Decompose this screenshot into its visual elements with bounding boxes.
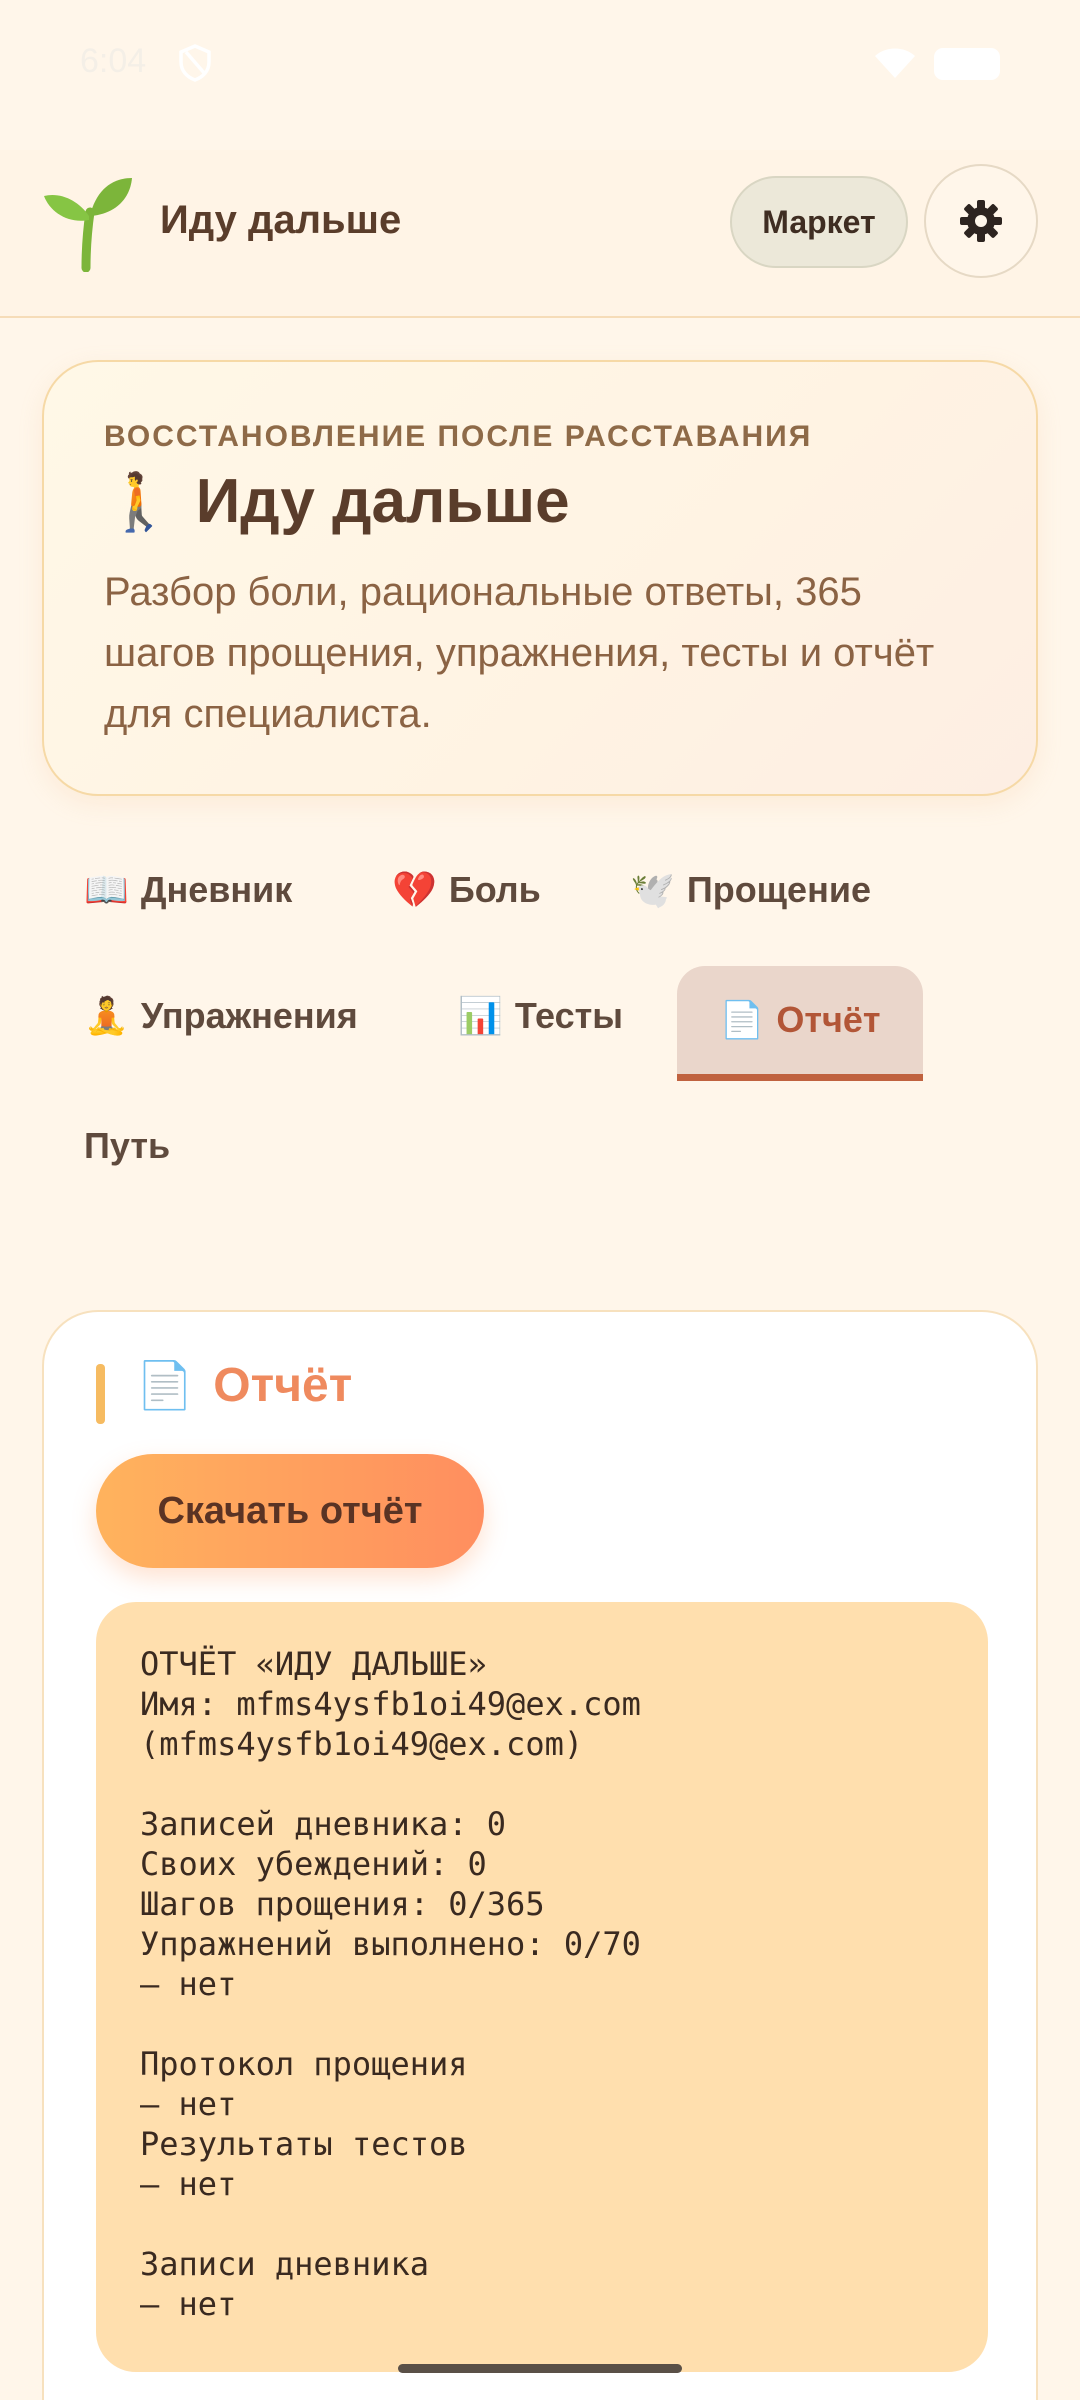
tab-label: Тесты xyxy=(514,995,623,1036)
tab-forgiveness[interactable]: 🕊️ Прощение xyxy=(630,840,871,940)
tab-exercises[interactable]: 🧘 Упражнения xyxy=(84,966,358,1066)
report-line: Упражнений выполнено: 0/70 xyxy=(140,1925,641,1963)
bar-chart-icon: 📊 xyxy=(458,995,503,1036)
market-button[interactable]: Маркет xyxy=(730,176,908,268)
broken-heart-icon: 💔 xyxy=(392,869,437,910)
section-accent-bar xyxy=(96,1364,105,1424)
hero-banner: ВОССТАНОВЛЕНИЕ ПОСЛЕ РАССТАВАНИЯ 🚶 Иду д… xyxy=(42,360,1038,796)
report-line: — нет xyxy=(140,2285,237,2323)
tab-label: Боль xyxy=(448,869,541,910)
tab-label: Путь xyxy=(84,1125,171,1166)
report-line: — нет xyxy=(140,2085,237,2123)
tab-label: Упражнения xyxy=(140,995,358,1036)
report-line xyxy=(140,1764,944,1804)
report-line: Результаты тестов xyxy=(140,2125,468,2163)
report-line: Протокол прощения xyxy=(140,2045,468,2083)
section-title: 📄 Отчёт xyxy=(136,1358,352,1413)
report-line: Имя: mfms4ysfb1oi49@ex.com xyxy=(140,1685,641,1723)
report-line xyxy=(140,2204,944,2244)
hero-title: 🚶 Иду дальше xyxy=(104,466,570,537)
seedling-icon xyxy=(44,178,132,272)
book-icon: 📖 xyxy=(84,869,129,910)
report-line: — нет xyxy=(140,2165,237,2203)
tab-tests[interactable]: 📊 Тесты xyxy=(458,966,623,1066)
report-line: ОТЧЁТ «ИДУ ДАЛЬШЕ» xyxy=(140,1645,487,1683)
report-line xyxy=(140,2004,944,2044)
report-line: Записи дневника xyxy=(140,2245,429,2283)
gear-icon xyxy=(960,200,1002,242)
tab-label: Отчёт xyxy=(776,999,881,1040)
app-title: Иду дальше xyxy=(160,198,402,242)
section-tabs: 📖 Дневник 💔 Боль 🕊️ Прощение 🧘 Упражнени… xyxy=(0,840,1080,1200)
dove-icon: 🕊️ xyxy=(630,869,675,910)
battery-icon xyxy=(934,48,1000,80)
status-time: 6:04 xyxy=(80,42,147,80)
section-title-text: Отчёт xyxy=(213,1359,353,1412)
tab-label: Дневник xyxy=(140,869,293,910)
download-report-button[interactable]: Скачать отчёт xyxy=(96,1454,484,1568)
report-line: Шагов прощения: 0/365 xyxy=(140,1885,545,1923)
walking-person-icon: 🚶 xyxy=(104,469,174,533)
tab-label: Прощение xyxy=(686,869,871,910)
document-icon: 📄 xyxy=(136,1359,194,1411)
tab-path[interactable]: Путь xyxy=(84,1096,170,1196)
report-line: — нет xyxy=(140,1965,237,2003)
hero-kicker: ВОССТАНОВЛЕНИЕ ПОСЛЕ РАССТАВАНИЯ xyxy=(104,420,813,453)
document-icon: 📄 xyxy=(719,999,765,1040)
tab-diary[interactable]: 📖 Дневник xyxy=(84,840,292,940)
report-card: 📄 Отчёт Скачать отчёт ОТЧЁТ «ИДУ ДАЛЬШЕ»… xyxy=(42,1310,1038,2400)
meditation-icon: 🧘 xyxy=(84,995,129,1036)
tab-report[interactable]: 📄 Отчёт xyxy=(677,966,923,1081)
hero-description: Разбор боли, рациональные ответы, 365 ша… xyxy=(104,570,935,736)
report-line: Своих убеждений: 0 xyxy=(140,1845,487,1883)
home-indicator xyxy=(398,2364,682,2373)
wifi-icon xyxy=(875,48,915,78)
hero-title-text: Иду дальше xyxy=(195,467,570,536)
vpn-shield-icon xyxy=(179,44,211,82)
report-line: (mfms4ysfb1oi49@ex.com) xyxy=(140,1725,584,1763)
tab-pain[interactable]: 💔 Боль xyxy=(392,840,541,940)
report-preview: ОТЧЁТ «ИДУ ДАЛЬШЕ» Имя: mfms4ysfb1oi49@ex… xyxy=(96,1602,988,2372)
app-bar: Иду дальше Маркет xyxy=(0,150,1080,318)
report-line: Записей дневника: 0 xyxy=(140,1805,507,1843)
settings-button[interactable] xyxy=(924,164,1038,278)
status-bar: 6:04 xyxy=(0,0,1080,130)
